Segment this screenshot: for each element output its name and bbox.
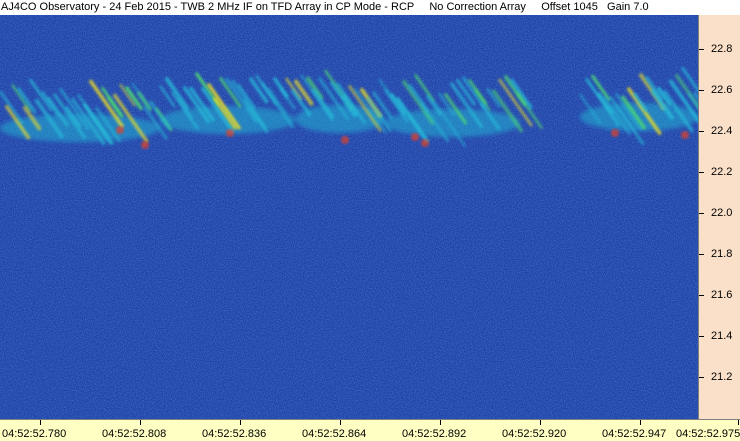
burst-hotspot [611,129,619,137]
burst-hotspot [226,129,234,137]
frequency-tick [699,336,704,337]
frequency-tick-label: 22.6 [711,84,733,96]
spectrogram-canvas [0,15,713,419]
burst-hotspot [341,136,349,144]
time-tick-label: 04:52:52.975 [676,428,740,440]
time-tick-label: 04:52:52.808 [102,428,167,440]
burst-hotspot [411,133,419,141]
frequency-tick-label: 22.2 [711,166,733,178]
time-tick [40,420,41,425]
burst-hotspot [681,131,689,139]
title-bar: AJ4CO Observatory - 24 Feb 2015 - TWB 2 … [0,0,740,15]
frequency-tick-label: 21.8 [711,248,733,260]
time-tick-label: 04:52:52.864 [302,428,367,440]
time-axis: 04:52:52.780 04:52:52.808 04:52:52.836 04:5… [0,419,740,441]
frequency-tick [699,213,704,214]
frequency-axis: 22.8 22.6 22.4 22.2 22.0 21.8 21.6 21.4 21.2 [698,15,740,419]
burst-hotspot [141,141,149,149]
frequency-tick-label: 21.2 [711,371,733,383]
time-tick [738,420,739,425]
burst-hotspot [421,139,429,147]
frequency-tick-label: 21.4 [711,330,733,342]
time-tick [240,420,241,425]
time-tick-label: 04:52:52.836 [202,428,267,440]
spectrogram-title: AJ4CO Observatory - 24 Feb 2015 - TWB 2 … [1,1,649,13]
frequency-tick-label: 22.0 [711,207,733,219]
frequency-tick-label: 22.4 [711,125,733,137]
time-tick [440,420,441,425]
time-tick-label: 04:52:52.892 [402,428,467,440]
frequency-tick-label: 22.8 [711,43,733,55]
burst-hotspot [116,126,124,134]
frequency-tick [699,254,704,255]
frequency-tick [699,49,704,50]
frequency-tick-label: 21.6 [711,289,733,301]
frequency-tick [699,172,704,173]
time-tick [540,420,541,425]
time-tick [340,420,341,425]
time-tick-label: 04:52:52.920 [502,428,567,440]
time-tick-label: 04:52:52.947 [602,428,667,440]
time-tick [140,420,141,425]
frequency-tick [699,131,704,132]
frequency-tick [699,295,704,296]
spectrogram-image [0,15,713,419]
frequency-tick [699,377,704,378]
time-tick-label: 04:52:52.780 [2,428,67,440]
frequency-tick [699,90,704,91]
time-tick [640,420,641,425]
